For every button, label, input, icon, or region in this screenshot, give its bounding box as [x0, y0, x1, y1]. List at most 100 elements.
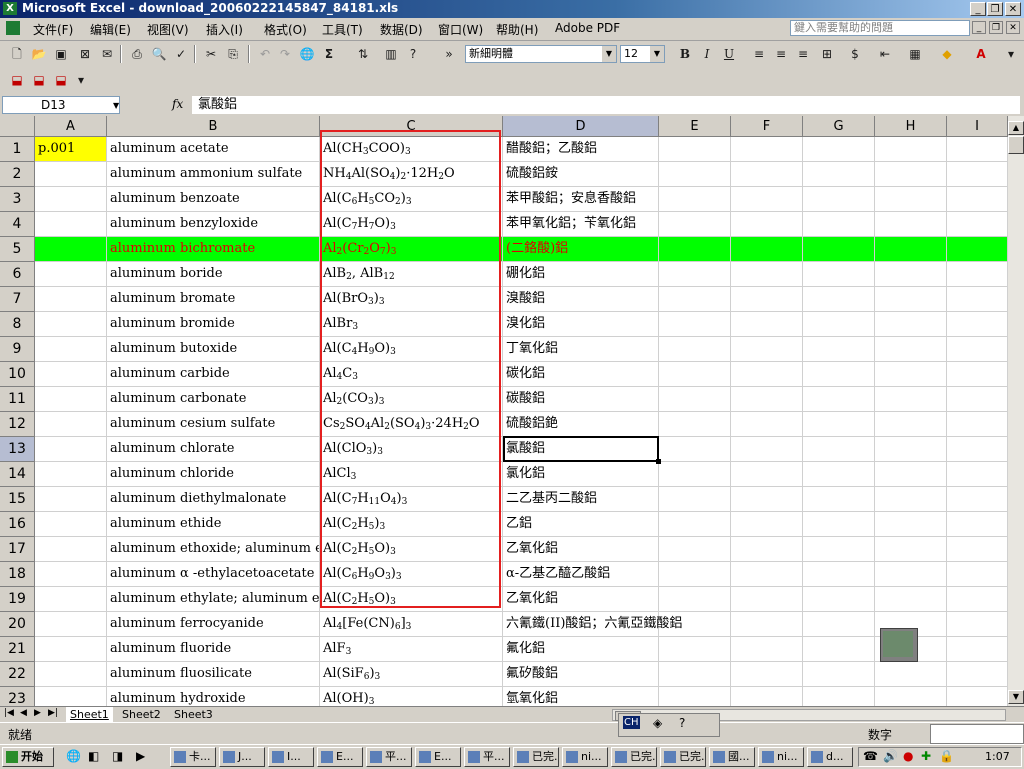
cell-g10[interactable]: [803, 362, 875, 387]
cell-f7[interactable]: [731, 287, 803, 312]
cell-g4[interactable]: [803, 212, 875, 237]
column-header-g[interactable]: G: [803, 116, 875, 137]
cell-e23[interactable]: [659, 687, 731, 706]
cell-d8[interactable]: 溴化鋁: [503, 312, 659, 337]
cell-h1[interactable]: [875, 137, 947, 162]
taskbar-button[interactable]: I...: [268, 747, 314, 767]
cell-h22[interactable]: [875, 662, 947, 687]
lock-icon[interactable]: 🔒: [939, 749, 954, 763]
cell-i15[interactable]: [947, 487, 1008, 512]
cell-h10[interactable]: [875, 362, 947, 387]
cell-e8[interactable]: [659, 312, 731, 337]
chart-wizard-icon[interactable]: ▥: [382, 45, 400, 63]
last-sheet-icon[interactable]: ▶|: [48, 708, 58, 718]
cell-b1[interactable]: aluminum acetate: [107, 137, 320, 162]
cell-c2[interactable]: NH4Al(SO4)2·12H2O: [320, 162, 503, 187]
taskbar-button[interactable]: d...: [807, 747, 853, 767]
taskbar-button[interactable]: E...: [415, 747, 461, 767]
cell-d5[interactable]: (二鉻酸)鋁: [503, 237, 659, 262]
cell-h18[interactable]: [875, 562, 947, 587]
font-color-icon[interactable]: A: [972, 45, 990, 63]
scroll-down-button[interactable]: ▼: [1008, 690, 1024, 704]
cell-e3[interactable]: [659, 187, 731, 212]
cell-a12[interactable]: [35, 412, 107, 437]
row-header[interactable]: 22: [0, 662, 35, 687]
cell-f4[interactable]: [731, 212, 803, 237]
cell-a21[interactable]: [35, 637, 107, 662]
cell-b19[interactable]: aluminum ethylate; aluminum ethox: [107, 587, 320, 612]
taskbar-button[interactable]: ni...: [562, 747, 608, 767]
cell-a6[interactable]: [35, 262, 107, 287]
ime-status-bar[interactable]: [930, 724, 1024, 744]
row-header[interactable]: 4: [0, 212, 35, 237]
row-header[interactable]: 8: [0, 312, 35, 337]
taskbar-button[interactable]: 平...: [464, 747, 510, 767]
column-header-h[interactable]: H: [875, 116, 947, 137]
menu-insert[interactable]: 插入(I): [206, 21, 243, 38]
cell-f18[interactable]: [731, 562, 803, 587]
cell-a15[interactable]: [35, 487, 107, 512]
scroll-thumb[interactable]: [1008, 136, 1024, 154]
cell-d3[interactable]: 苯甲酸鋁；安息香酸鋁: [503, 187, 659, 212]
cell-i14[interactable]: [947, 462, 1008, 487]
cell-c19[interactable]: Al(C2H5O)3: [320, 587, 503, 612]
cell-h7[interactable]: [875, 287, 947, 312]
cell-a20[interactable]: [35, 612, 107, 637]
cell-g22[interactable]: [803, 662, 875, 687]
cell-e18[interactable]: [659, 562, 731, 587]
cell-c1[interactable]: Al(CH3COO)3: [320, 137, 503, 162]
taskbar-button[interactable]: 已完...: [660, 747, 706, 767]
cell-a16[interactable]: [35, 512, 107, 537]
cell-e13[interactable]: [659, 437, 731, 462]
cell-a3[interactable]: [35, 187, 107, 212]
cell-f17[interactable]: [731, 537, 803, 562]
cell-i9[interactable]: [947, 337, 1008, 362]
cell-h5[interactable]: [875, 237, 947, 262]
cell-a22[interactable]: [35, 662, 107, 687]
cell-i23[interactable]: [947, 687, 1008, 706]
cell-e10[interactable]: [659, 362, 731, 387]
cell-b6[interactable]: aluminum boride: [107, 262, 320, 287]
cell-d15[interactable]: 二乙基丙二酸鋁: [503, 487, 659, 512]
doc-minimize-button[interactable]: _: [972, 21, 986, 34]
cell-e22[interactable]: [659, 662, 731, 687]
cell-f10[interactable]: [731, 362, 803, 387]
tray-icon[interactable]: ✚: [921, 749, 931, 763]
cell-e5[interactable]: [659, 237, 731, 262]
floating-widget[interactable]: [880, 628, 918, 662]
cell-h3[interactable]: [875, 187, 947, 212]
menu-help[interactable]: 帮助(H): [496, 21, 538, 38]
formula-input[interactable]: 氯酸鋁: [192, 96, 1020, 114]
cell-d14[interactable]: 氯化鋁: [503, 462, 659, 487]
decrease-indent-icon[interactable]: ⇤: [876, 45, 894, 63]
cell-f15[interactable]: [731, 487, 803, 512]
cell-a17[interactable]: [35, 537, 107, 562]
menu-format[interactable]: 格式(O): [264, 21, 307, 38]
tray-icon[interactable]: ●: [903, 749, 913, 763]
cell-i22[interactable]: [947, 662, 1008, 687]
cell-f12[interactable]: [731, 412, 803, 437]
row-header[interactable]: 11: [0, 387, 35, 412]
cell-e12[interactable]: [659, 412, 731, 437]
fill-handle[interactable]: [656, 459, 661, 464]
row-header[interactable]: 12: [0, 412, 35, 437]
cell-e17[interactable]: [659, 537, 731, 562]
cell-d22[interactable]: 氟矽酸鋁: [503, 662, 659, 687]
sheet-tab-sheet2[interactable]: Sheet2: [118, 707, 165, 722]
cell-c13[interactable]: Al(ClO3)3: [320, 437, 503, 462]
cell-e1[interactable]: [659, 137, 731, 162]
cell-b13[interactable]: aluminum chlorate: [107, 437, 320, 462]
close-button[interactable]: ✕: [1005, 2, 1021, 16]
cell-a11[interactable]: [35, 387, 107, 412]
cell-a1[interactable]: p.001: [35, 137, 107, 162]
bold-button[interactable]: B: [676, 45, 694, 63]
merge-center-icon[interactable]: ⊞: [818, 45, 836, 63]
cell-f16[interactable]: [731, 512, 803, 537]
italic-button[interactable]: I: [698, 45, 716, 63]
cell-d20[interactable]: 六氰鐵(II)酸鋁；六氰亞鐵酸鋁: [503, 612, 682, 637]
cell-i11[interactable]: [947, 387, 1008, 412]
row-header[interactable]: 20: [0, 612, 35, 637]
row-header[interactable]: 3: [0, 187, 35, 212]
row-header[interactable]: 23: [0, 687, 35, 706]
cell-a14[interactable]: [35, 462, 107, 487]
